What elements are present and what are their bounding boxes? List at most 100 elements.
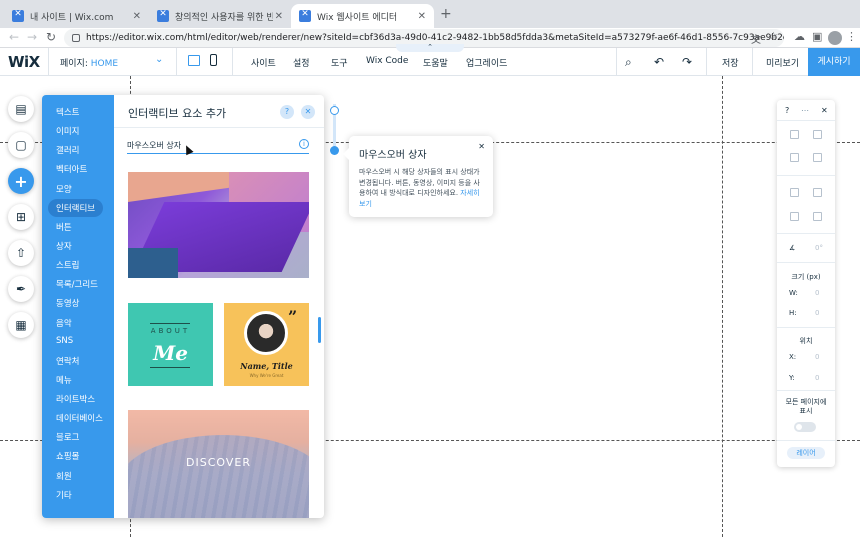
category-more[interactable]: 기타 [56, 489, 72, 501]
close-tooltip-icon[interactable]: ✕ [478, 142, 485, 151]
menu-help[interactable]: 도움말 [423, 56, 448, 69]
help-button[interactable]: ? [280, 105, 294, 119]
arrange-back-icon[interactable] [813, 188, 822, 197]
category-box[interactable]: 상자 [56, 240, 72, 252]
divider [777, 440, 835, 441]
menu-site[interactable]: 사이트 [251, 56, 276, 69]
reload-icon[interactable]: ↻ [43, 30, 59, 44]
section-title-hover-box: 마우스오버 상자 [127, 140, 309, 154]
width-value[interactable]: 0 [815, 289, 819, 297]
translate-icon[interactable]: 文 [751, 31, 761, 46]
category-menu[interactable]: 메뉴 [56, 374, 72, 386]
category-text[interactable]: 텍스트 [56, 106, 79, 118]
pages-menu-icon[interactable]: ▤ [8, 96, 34, 122]
tab-close-icon[interactable]: ✕ [418, 11, 426, 22]
show-on-all-pages-toggle[interactable] [794, 422, 816, 432]
x-value[interactable]: 0 [815, 353, 819, 361]
menu-settings[interactable]: 설정 [293, 56, 310, 69]
add-element-icon[interactable]: + [8, 168, 34, 194]
category-members[interactable]: 회원 [56, 470, 72, 482]
paste-icon[interactable] [813, 130, 822, 139]
slider-knob[interactable] [330, 106, 339, 115]
rotation-value[interactable]: 0° [815, 244, 823, 252]
category-lightbox[interactable]: 라이트박스 [56, 393, 95, 405]
category-list-grid[interactable]: 목록/그리드 [56, 278, 98, 290]
category-blog[interactable]: 블로그 [56, 431, 79, 443]
duplicate-icon[interactable] [790, 153, 799, 162]
browser-tab-blank-homepage[interactable]: 창의적인 사용자를 위한 빈 홈페이지 ✕ [149, 4, 291, 28]
menu-tools[interactable]: 도구 [331, 56, 348, 69]
add-apps-icon[interactable]: ⊞ [8, 204, 34, 230]
category-video[interactable]: 동영상 [56, 297, 79, 309]
menu-upgrade[interactable]: 업그레이드 [466, 56, 507, 69]
page-selector[interactable]: 페이지: HOME [60, 56, 118, 69]
bookmark-star-icon[interactable]: ☆ [769, 31, 778, 46]
align-icon[interactable] [790, 212, 799, 221]
wix-logo[interactable]: WiX [8, 53, 40, 71]
category-image[interactable]: 이미지 [56, 125, 79, 137]
browser-menu-icon[interactable]: ⋮ [846, 30, 857, 43]
hover-box-preset-paper-fold[interactable] [128, 172, 309, 278]
height-value[interactable]: 0 [815, 309, 819, 317]
category-store[interactable]: 쇼핑몰 [56, 450, 79, 462]
category-shape[interactable]: 모양 [56, 183, 72, 195]
hover-box-preset-testimonial[interactable]: ” Name, Title Why We're Great [224, 303, 309, 386]
distribute-icon[interactable] [813, 212, 822, 221]
browser-tab-my-sites[interactable]: 내 사이트 | Wix.com ✕ [4, 4, 149, 28]
category-music[interactable]: 음악 [56, 317, 72, 329]
menu-wix-code[interactable]: Wix Code [366, 56, 408, 66]
browser-tab-wix-editor[interactable]: Wix 웹사이트 에디터 ✕ [291, 4, 434, 28]
upload-media-icon[interactable]: ⇧ [8, 240, 34, 266]
category-button[interactable]: 버튼 [56, 221, 72, 233]
undo-icon[interactable]: ↶ [654, 55, 664, 69]
tab-close-icon[interactable]: ✕ [133, 11, 141, 22]
wix-favicon-icon [157, 9, 169, 22]
slider-knob-active[interactable] [330, 146, 339, 155]
copy-icon[interactable] [790, 130, 799, 139]
cloud-extension-icon[interactable]: ☁ [794, 30, 805, 43]
zoom-icon[interactable]: ⌕ [625, 55, 632, 70]
hover-box-preset-about-me[interactable]: ABOUT Me [128, 303, 213, 386]
bookings-calendar-icon[interactable]: ▦ [8, 312, 34, 338]
desktop-view-icon[interactable] [188, 55, 200, 66]
scrollbar[interactable] [318, 317, 321, 343]
layers-button[interactable]: 레이어 [787, 447, 825, 459]
position-label: 위치 [799, 337, 813, 345]
hover-box-preset-discover[interactable]: DISCOVER [128, 410, 309, 518]
preview-button[interactable]: 미리보기 [766, 56, 799, 69]
save-button[interactable]: 저장 [722, 56, 739, 69]
background-icon[interactable]: ▢ [8, 132, 34, 158]
chevron-down-icon[interactable]: ⌄ [155, 54, 163, 65]
category-vector-art[interactable]: 벡터아트 [56, 163, 87, 175]
close-panel-button[interactable]: ✕ [301, 105, 315, 119]
profile-avatar[interactable] [828, 31, 842, 45]
category-gallery[interactable]: 갤러리 [56, 144, 79, 156]
drag-handle-icon[interactable]: ⋯ [801, 106, 809, 115]
panel-section-slider[interactable] [330, 104, 339, 155]
category-strip[interactable]: 스트립 [56, 259, 79, 271]
page-name: HOME [90, 59, 119, 69]
info-icon[interactable]: i [299, 139, 309, 149]
close-icon[interactable]: ✕ [821, 106, 828, 115]
back-icon[interactable]: ← [6, 30, 22, 44]
category-database[interactable]: 데이터베이스 [56, 412, 103, 424]
tab-close-icon[interactable]: ✕ [275, 11, 283, 22]
collapse-topbar-chevron-icon[interactable]: ⌃ [396, 44, 464, 52]
forward-icon[interactable]: → [24, 30, 40, 44]
category-interactive[interactable]: 인터랙티브 [48, 199, 104, 217]
category-sns[interactable]: SNS [56, 336, 73, 346]
category-contact[interactable]: 연락처 [56, 355, 79, 367]
divider [777, 120, 835, 121]
publish-button[interactable]: 게시하기 [808, 48, 860, 76]
new-tab-button[interactable]: + [440, 6, 452, 22]
redo-icon[interactable]: ↷ [682, 55, 692, 69]
blog-pen-icon[interactable]: ✒ [8, 276, 34, 302]
extension-icon[interactable]: ▣ [812, 30, 822, 43]
delete-icon[interactable] [813, 153, 822, 162]
lock-icon [72, 34, 80, 42]
y-value[interactable]: 0 [815, 374, 819, 382]
subtitle-text: Why We're Great [249, 373, 284, 378]
arrange-icon[interactable] [790, 188, 799, 197]
mobile-view-icon[interactable] [210, 54, 217, 66]
help-icon[interactable]: ? [785, 106, 789, 115]
